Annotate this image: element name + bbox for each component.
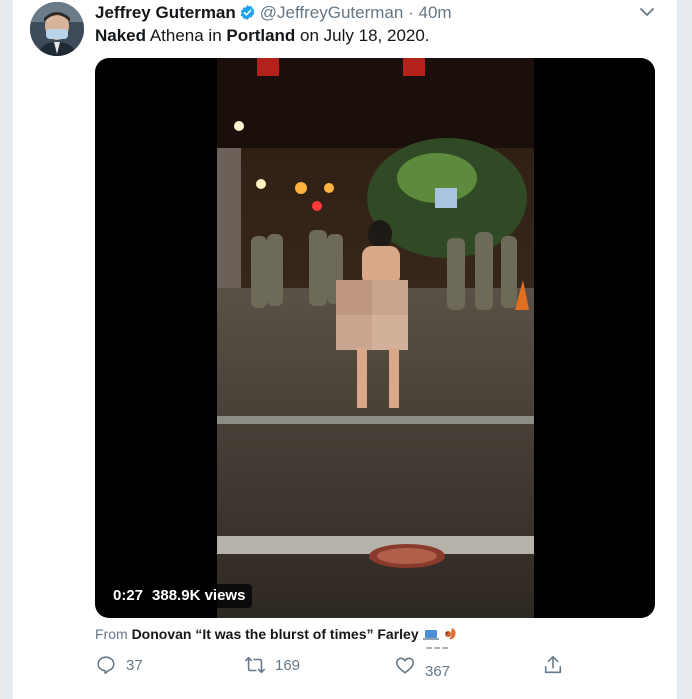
video-duration: 0:27: [113, 587, 144, 604]
tweet-header: Jeffrey Guterman @JeffreyGuterman · 40m: [95, 3, 452, 23]
heart-icon: [395, 657, 415, 674]
like-count: 367: [425, 662, 451, 680]
laptop-emoji-icon: [422, 630, 439, 640]
video-still: [217, 58, 534, 618]
retweet-count: 169: [275, 656, 301, 674]
tweet-text-part-4: on July 18, 2020.: [295, 26, 430, 45]
source-name[interactable]: Donovan “It was the blurst of times” Far…: [132, 626, 419, 642]
video-player[interactable]: [95, 58, 655, 618]
like-dashes: [426, 647, 448, 649]
video-views: 388.9K views: [152, 587, 246, 604]
tweet-text: Naked Athena in Portland on July 18, 202…: [95, 26, 430, 46]
avatar[interactable]: [30, 2, 84, 56]
reply-icon: [97, 656, 115, 675]
source-prefix: From: [95, 626, 132, 642]
retweet-icon: [245, 656, 265, 674]
like-button[interactable]: 367: [394, 653, 451, 680]
squirrel-emoji-icon: [445, 628, 456, 640]
tweet-text-bold-2: Portland: [226, 26, 296, 45]
retweet-button[interactable]: 169: [244, 653, 300, 677]
share-button[interactable]: [542, 653, 564, 677]
video-frame: [217, 58, 534, 618]
timestamp[interactable]: 40m: [418, 3, 451, 22]
verified-badge-icon: [240, 5, 255, 20]
separator-dot: ·: [408, 3, 414, 22]
chevron-down-icon[interactable]: [638, 5, 656, 19]
video-source: From Donovan “It was the blurst of times…: [95, 625, 458, 643]
reply-button[interactable]: 37: [95, 653, 143, 677]
tweet-text-bold-1: Naked: [95, 26, 147, 45]
avatar-image: [30, 2, 84, 56]
author-name[interactable]: Jeffrey Guterman: [95, 3, 236, 22]
tweet-text-part-2: Athena in: [146, 26, 227, 45]
reply-count: 37: [126, 656, 143, 674]
share-icon: [544, 655, 562, 674]
video-stats-badge: 0:27 388.9K views: [106, 584, 253, 608]
author-handle[interactable]: @JeffreyGuterman: [260, 3, 404, 22]
